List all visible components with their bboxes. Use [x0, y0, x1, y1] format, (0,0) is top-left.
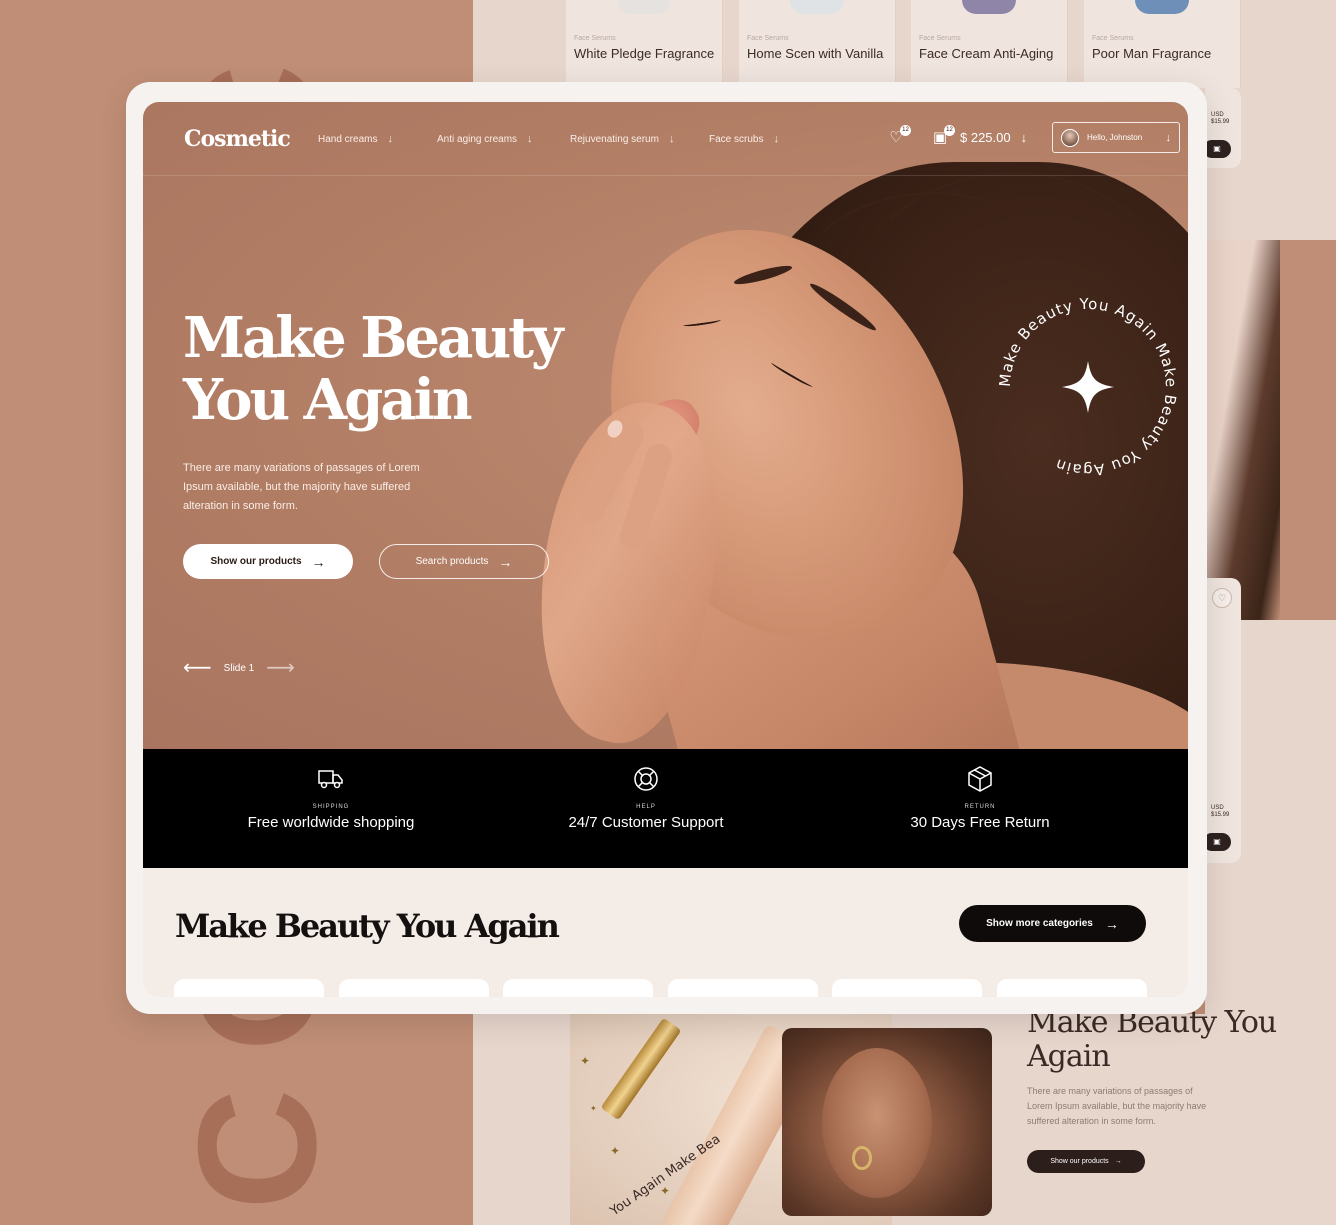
category-card[interactable] — [832, 979, 982, 997]
product-thumbnail — [1135, 0, 1189, 14]
price-tag: USD $15.99 — [1211, 805, 1230, 818]
sparkle-icon — [1062, 361, 1114, 413]
product-thumbnail — [617, 0, 671, 14]
top-navigation: Cosmetic Hand creams ↓ Anti aging creams ↓… — [143, 102, 1188, 176]
product-side-card — [1205, 578, 1241, 863]
search-products-button[interactable]: Search products → — [379, 544, 549, 579]
earring — [852, 1146, 872, 1170]
hero-title: Make Beauty You Again — [183, 305, 564, 433]
add-to-cart-button[interactable]: ▣ — [1203, 140, 1231, 158]
category-card[interactable] — [503, 979, 653, 997]
product-category: Face Serums — [1092, 35, 1134, 42]
cart-total[interactable]: $ 225.00 ↓ — [960, 130, 1027, 145]
website-screen: Cosmetic Hand creams ↓ Anti aging creams ↓… — [143, 102, 1188, 997]
lifebuoy-icon — [634, 767, 658, 791]
user-greeting: Hello, Johnston — [1087, 133, 1143, 142]
next-slide-arrow-icon[interactable]: ⟶ — [266, 658, 295, 678]
feature-shipping: SHIPPING Free worldwide shopping — [231, 763, 431, 832]
product-card[interactable]: Face Serums Poor Man Fragrance — [1084, 0, 1241, 88]
product-name: Face Cream Anti-Aging — [919, 46, 1054, 61]
product-card[interactable]: Face Serums Face Cream Anti-Aging — [911, 0, 1068, 88]
show-more-categories-button[interactable]: Show more categories → — [959, 905, 1146, 942]
category-card[interactable] — [668, 979, 818, 997]
wishlist-count-badge: 12 — [900, 125, 911, 136]
wishlist-heart-icon[interactable]: ♡ — [1212, 588, 1232, 608]
product-category: Face Serums — [574, 35, 616, 42]
arrow-right-icon: → — [1114, 1158, 1122, 1165]
features-bar: SHIPPING Free worldwide shopping HELP 24… — [143, 749, 1188, 868]
rotating-text-badge: Make Beauty You Again Make Beauty You Ag… — [988, 287, 1188, 487]
category-card[interactable] — [339, 979, 489, 997]
category-card[interactable] — [997, 979, 1147, 997]
bottom-section-title: Make Beauty You Again — [1027, 1005, 1277, 1074]
category-card[interactable] — [174, 979, 324, 997]
brand-logo[interactable]: Cosmetic — [184, 126, 291, 152]
feature-support: HELP 24/7 Customer Support — [546, 763, 746, 832]
cart-count-badge: 12 — [944, 125, 955, 136]
product-name: Home Scen with Vanilla — [747, 46, 884, 61]
product-card[interactable]: Face Serums White Pledge Fragrance — [566, 0, 723, 88]
product-name: Poor Man Fragrance — [1092, 46, 1212, 61]
avatar — [1061, 128, 1079, 147]
bottom-section-description: There are many variations of passages of… — [1027, 1086, 1207, 1126]
previous-slide-arrow-icon[interactable]: ⟵ — [183, 658, 212, 678]
nav-item-anti-aging-creams[interactable]: Anti aging creams ↓ — [437, 133, 533, 145]
nav-item-rejuvenating-serum[interactable]: Rejuvenating serum ↓ — [570, 133, 674, 145]
arrow-down-icon: ↓ — [773, 133, 779, 145]
arrow-down-icon: ↓ — [527, 133, 533, 145]
product-category: Face Serums — [747, 35, 789, 42]
add-to-cart-button[interactable]: ▣ — [1203, 833, 1231, 851]
model-face — [822, 1048, 932, 1198]
box-icon — [968, 766, 992, 792]
nav-item-hand-creams[interactable]: Hand creams ↓ — [318, 133, 393, 145]
arrow-down-icon: ↓ — [387, 133, 393, 145]
truck-icon — [318, 770, 343, 789]
show-products-button[interactable]: Show our products → — [183, 544, 353, 579]
arrow-down-icon: ↓ — [1020, 130, 1028, 145]
arrow-right-icon: → — [311, 553, 326, 570]
arrow-right-icon: → — [498, 553, 513, 570]
user-account-menu[interactable]: Hello, Johnston ↓ — [1052, 122, 1180, 153]
hero-description: There are many variations of passages of… — [183, 462, 420, 512]
arrow-right-icon: → — [1104, 915, 1119, 932]
section-title: Make Beauty You Again — [175, 907, 560, 945]
background-hair-panel — [1205, 240, 1336, 620]
price-tag: USD $15.99 — [1211, 112, 1230, 125]
hero-section: Cosmetic Hand creams ↓ Anti aging creams ↓… — [143, 102, 1188, 749]
feature-return: RETURN 30 Days Free Return — [880, 763, 1080, 832]
bottom-show-products-button[interactable]: Show our products → — [1027, 1150, 1145, 1173]
model-portrait-photo — [782, 1028, 992, 1216]
nav-item-face-scrubs[interactable]: Face scrubs ↓ — [709, 133, 779, 145]
product-thumbnail — [790, 0, 844, 14]
product-thumbnail — [962, 0, 1016, 14]
wishlist-icon[interactable]: ♡ 12 — [886, 125, 911, 148]
hair-image — [1205, 240, 1280, 620]
product-category: Face Serums — [919, 35, 961, 42]
slide-indicator: Slide 1 — [223, 662, 255, 674]
product-name: White Pledge Fragrance — [574, 46, 715, 61]
shopping-bag-icon[interactable]: ▣ 12 — [930, 125, 955, 148]
slider-controls: ⟵ Slide 1 ⟶ — [183, 658, 295, 678]
lipstick-image — [600, 1017, 682, 1121]
product-card[interactable]: Face Serums Home Scen with Vanilla — [739, 0, 896, 88]
arrow-down-icon: ↓ — [668, 133, 675, 145]
arrow-down-icon: ↓ — [1165, 131, 1172, 144]
